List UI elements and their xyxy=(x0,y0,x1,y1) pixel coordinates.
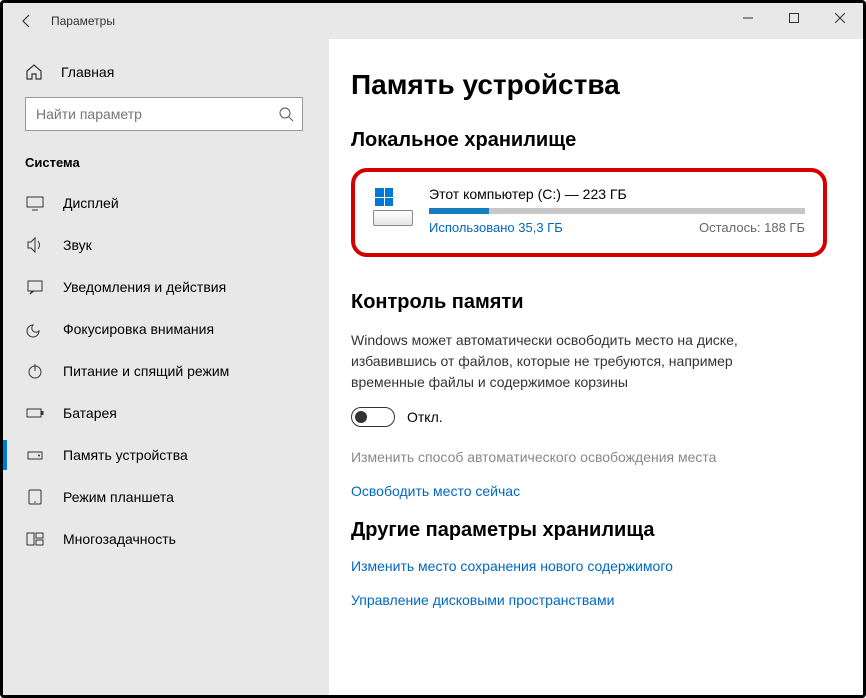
search-input-wrap[interactable] xyxy=(25,97,303,131)
change-auto-free-link[interactable]: Изменить способ автоматического освобожд… xyxy=(351,449,827,465)
display-icon xyxy=(25,194,45,212)
multitasking-icon xyxy=(25,530,45,548)
drive-name: Этот компьютер (C:) — 223 ГБ xyxy=(429,186,805,202)
sidebar-item-label: Многозадачность xyxy=(63,531,176,547)
drive-used-label: Использовано 35,3 ГБ xyxy=(429,220,563,235)
more-storage-heading: Другие параметры хранилища xyxy=(351,519,827,542)
sidebar-item-battery[interactable]: Батарея xyxy=(3,392,329,434)
maximize-button[interactable] xyxy=(771,3,817,33)
sidebar-item-label: Память устройства xyxy=(63,447,188,463)
drive-icon xyxy=(373,186,413,226)
change-save-location-link[interactable]: Изменить место сохранения нового содержи… xyxy=(351,558,827,574)
sidebar-item-focus-assist[interactable]: Фокусировка внимания xyxy=(3,308,329,350)
page-title: Память устройства xyxy=(351,69,827,101)
sidebar-item-label: Звук xyxy=(63,237,92,253)
drive-remaining-label: Осталось: 188 ГБ xyxy=(699,220,805,235)
sidebar-item-sound[interactable]: Звук xyxy=(3,224,329,266)
drive-usage-bar xyxy=(429,208,805,214)
sidebar-item-tablet-mode[interactable]: Режим планшета xyxy=(3,476,329,518)
sidebar-item-label: Дисплей xyxy=(63,195,119,211)
manage-storage-spaces-link[interactable]: Управление дисковыми пространствами xyxy=(351,592,827,608)
sidebar-item-label: Уведомления и действия xyxy=(63,279,226,295)
storage-icon xyxy=(25,446,45,464)
sidebar: Главная Система Дисплей Звук xyxy=(3,39,329,695)
sidebar-item-power-sleep[interactable]: Питание и спящий режим xyxy=(3,350,329,392)
storage-sense-toggle[interactable] xyxy=(351,407,395,427)
title-bar: Параметры xyxy=(3,3,863,39)
sidebar-home-label: Главная xyxy=(61,64,114,80)
sidebar-section-label: Система xyxy=(3,145,329,182)
drive-c-row[interactable]: Этот компьютер (C:) — 223 ГБ Использован… xyxy=(373,186,805,235)
focus-assist-icon xyxy=(25,320,45,338)
close-button[interactable] xyxy=(817,3,863,33)
search-icon xyxy=(278,106,294,122)
sidebar-item-label: Фокусировка внимания xyxy=(63,321,214,337)
free-space-now-link[interactable]: Освободить место сейчас xyxy=(351,483,827,499)
sidebar-item-notifications[interactable]: Уведомления и действия xyxy=(3,266,329,308)
sidebar-home[interactable]: Главная xyxy=(3,53,329,91)
sidebar-item-label: Режим планшета xyxy=(63,489,174,505)
content-area: Память устройства Локальное хранилище Эт… xyxy=(329,39,863,695)
back-button[interactable] xyxy=(3,13,51,29)
window-title: Параметры xyxy=(51,14,115,28)
sidebar-item-label: Батарея xyxy=(63,405,117,421)
storage-sense-toggle-label: Откл. xyxy=(407,409,443,425)
drive-highlight: Этот компьютер (C:) — 223 ГБ Использован… xyxy=(351,168,827,257)
sidebar-item-display[interactable]: Дисплей xyxy=(3,182,329,224)
sidebar-item-label: Питание и спящий режим xyxy=(63,363,229,379)
battery-icon xyxy=(25,404,45,422)
sound-icon xyxy=(25,236,45,254)
tablet-icon xyxy=(25,488,45,506)
storage-sense-heading: Контроль памяти xyxy=(351,291,827,314)
sidebar-nav: Дисплей Звук Уведомления и действия Фоку… xyxy=(3,182,329,560)
minimize-button[interactable] xyxy=(725,3,771,33)
storage-sense-description: Windows может автоматически освободить м… xyxy=(351,330,771,393)
power-icon xyxy=(25,362,45,380)
home-icon xyxy=(25,63,43,81)
search-input[interactable] xyxy=(26,106,266,122)
sidebar-item-storage[interactable]: Память устройства xyxy=(3,434,329,476)
local-storage-heading: Локальное хранилище xyxy=(351,129,827,152)
sidebar-item-multitasking[interactable]: Многозадачность xyxy=(3,518,329,560)
notifications-icon xyxy=(25,278,45,296)
